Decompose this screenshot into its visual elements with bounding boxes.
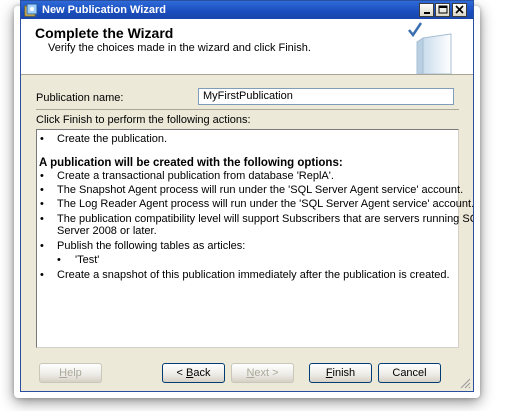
bullet-icon: • [40,170,44,182]
close-button[interactable] [452,3,467,17]
publication-name-label: Publication name: [36,92,124,104]
next-button[interactable]: Next > [231,363,294,383]
minimize-button[interactable] [419,3,434,17]
finish-button[interactable]: Finish [309,363,372,383]
wizard-icon [24,3,38,17]
title-bar[interactable]: New Publication Wizard [21,1,473,19]
actions-list[interactable]: • Create the publication. A publication … [36,129,473,348]
book-checkmark-icon [408,22,452,74]
publication-name-input[interactable]: MyFirstPublication [198,88,454,105]
bullet-icon: • [40,133,44,145]
help-button[interactable]: Help [39,363,102,383]
resize-grip-icon[interactable] [459,377,471,389]
close-icon [455,5,464,14]
bullet-icon: • [57,254,61,266]
divider [36,109,459,110]
maximize-icon [438,5,448,14]
bullet-icon: • [40,240,44,252]
minimize-icon [424,12,430,14]
options-heading: A publication will be created with the f… [39,157,343,169]
maximize-button[interactable] [435,3,450,17]
window-title: New Publication Wizard [42,4,166,16]
wizard-header: Complete the Wizard Verify the choices m… [21,19,473,75]
bullet-icon: • [40,198,44,210]
bullet-icon: • [40,269,44,281]
cancel-button[interactable]: Cancel [378,363,441,383]
page-subtitle: Verify the choices made in the wizard an… [48,42,311,54]
page-title: Complete the Wizard [35,25,174,41]
wizard-window: New Publication Wizard Complete the Wiza… [20,0,474,392]
bullet-icon: • [40,184,44,196]
list-item-continuation: Server 2008 or later. [57,225,157,237]
bullet-icon: • [40,213,44,225]
back-button[interactable]: < Back [162,363,225,383]
instructions-text: Click Finish to perform the following ac… [36,114,251,126]
